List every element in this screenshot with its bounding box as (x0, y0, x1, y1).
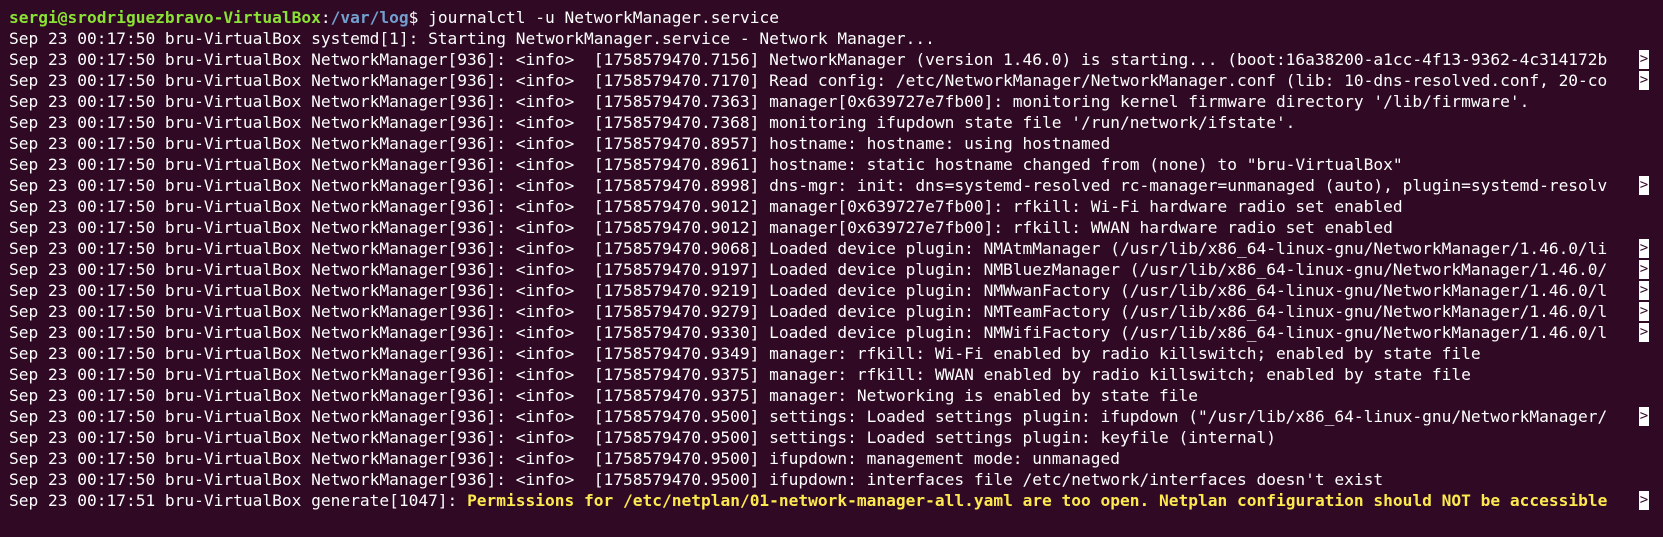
log-line: Sep 23 00:17:50 bru-VirtualBox NetworkMa… (9, 154, 1663, 175)
truncation-marker: > (1639, 302, 1649, 321)
log-line-text: Sep 23 00:17:50 bru-VirtualBox NetworkMa… (9, 155, 1403, 174)
log-line-text: Sep 23 00:17:50 bru-VirtualBox NetworkMa… (9, 365, 1471, 384)
prompt-separator: : (320, 8, 331, 27)
log-line-text: Sep 23 00:17:50 bru-VirtualBox NetworkMa… (9, 50, 1608, 69)
truncation-marker: > (1639, 176, 1649, 195)
prompt-symbol: $ (408, 8, 429, 27)
truncation-marker: > (1639, 71, 1649, 90)
log-line: Sep 23 00:17:50 bru-VirtualBox NetworkMa… (9, 343, 1663, 364)
log-line: Sep 23 00:17:50 bru-VirtualBox NetworkMa… (9, 70, 1663, 91)
log-line-text: Sep 23 00:17:50 bru-VirtualBox NetworkMa… (9, 260, 1608, 279)
log-line: Sep 23 00:17:50 bru-VirtualBox NetworkMa… (9, 91, 1663, 112)
log-line-text: Sep 23 00:17:50 bru-VirtualBox NetworkMa… (9, 323, 1608, 342)
truncation-marker: > (1639, 50, 1649, 69)
log-line: Sep 23 00:17:50 bru-VirtualBox NetworkMa… (9, 301, 1663, 322)
log-line: Sep 23 00:17:50 bru-VirtualBox NetworkMa… (9, 133, 1663, 154)
log-line: Sep 23 00:17:50 bru-VirtualBox systemd[1… (9, 28, 1663, 49)
log-line-text: Sep 23 00:17:50 bru-VirtualBox NetworkMa… (9, 407, 1608, 426)
truncation-marker: > (1639, 323, 1649, 342)
log-line-text: Sep 23 00:17:50 bru-VirtualBox NetworkMa… (9, 386, 1198, 405)
log-line: Sep 23 00:17:50 bru-VirtualBox NetworkMa… (9, 112, 1663, 133)
prompt-line: sergi@srodriguezbravo-VirtualBox:/var/lo… (9, 7, 1663, 28)
log-line-text: Sep 23 00:17:50 bru-VirtualBox NetworkMa… (9, 281, 1608, 300)
log-line-text: Sep 23 00:17:50 bru-VirtualBox NetworkMa… (9, 302, 1608, 321)
log-line-text: Sep 23 00:17:50 bru-VirtualBox NetworkMa… (9, 428, 1276, 447)
log-line: Sep 23 00:17:50 bru-VirtualBox NetworkMa… (9, 406, 1663, 427)
log-line: Sep 23 00:17:50 bru-VirtualBox NetworkMa… (9, 238, 1663, 259)
warning-message: Permissions for /etc/netplan/01-network-… (467, 491, 1608, 510)
log-line-text: Sep 23 00:17:50 bru-VirtualBox NetworkMa… (9, 92, 1530, 111)
log-line: Sep 23 00:17:50 bru-VirtualBox NetworkMa… (9, 364, 1663, 385)
log-output: Sep 23 00:17:50 bru-VirtualBox systemd[1… (9, 28, 1663, 490)
log-line-text: Sep 23 00:17:50 bru-VirtualBox NetworkMa… (9, 344, 1481, 363)
log-line: Sep 23 00:17:50 bru-VirtualBox NetworkMa… (9, 469, 1663, 490)
log-line-text: Sep 23 00:17:50 bru-VirtualBox NetworkMa… (9, 239, 1608, 258)
log-line-text: Sep 23 00:17:50 bru-VirtualBox NetworkMa… (9, 197, 1403, 216)
log-line-text: Sep 23 00:17:50 bru-VirtualBox NetworkMa… (9, 470, 1384, 489)
truncation-marker: > (1639, 407, 1649, 426)
truncation-marker: > (1639, 260, 1649, 279)
log-line: Sep 23 00:17:50 bru-VirtualBox NetworkMa… (9, 259, 1663, 280)
prompt-user-host: sergi@srodriguezbravo-VirtualBox (9, 8, 321, 27)
log-line: Sep 23 00:17:50 bru-VirtualBox NetworkMa… (9, 196, 1663, 217)
log-line: Sep 23 00:17:50 bru-VirtualBox NetworkMa… (9, 175, 1663, 196)
truncation-marker: > (1639, 281, 1649, 300)
log-line-warning: Sep 23 00:17:51 bru-VirtualBox generate[… (9, 490, 1663, 511)
terminal-window[interactable]: sergi@srodriguezbravo-VirtualBox:/var/lo… (0, 0, 1663, 537)
log-line: Sep 23 00:17:50 bru-VirtualBox NetworkMa… (9, 280, 1663, 301)
log-line-text: Sep 23 00:17:50 bru-VirtualBox NetworkMa… (9, 218, 1393, 237)
log-line-text: Sep 23 00:17:50 bru-VirtualBox systemd[1… (9, 29, 935, 48)
truncation-marker: > (1639, 491, 1649, 510)
prompt-command: journalctl -u NetworkManager.service (428, 8, 779, 27)
prompt-cwd: /var/log (330, 8, 409, 27)
log-line: Sep 23 00:17:50 bru-VirtualBox NetworkMa… (9, 427, 1663, 448)
log-line: Sep 23 00:17:50 bru-VirtualBox NetworkMa… (9, 217, 1663, 238)
warning-prefix: Sep 23 00:17:51 bru-VirtualBox generate[… (9, 491, 468, 510)
log-line-text: Sep 23 00:17:50 bru-VirtualBox NetworkMa… (9, 449, 1121, 468)
log-line: Sep 23 00:17:50 bru-VirtualBox NetworkMa… (9, 322, 1663, 343)
log-line-text: Sep 23 00:17:50 bru-VirtualBox NetworkMa… (9, 71, 1608, 90)
log-line: Sep 23 00:17:50 bru-VirtualBox NetworkMa… (9, 49, 1663, 70)
log-line-text: Sep 23 00:17:50 bru-VirtualBox NetworkMa… (9, 134, 1111, 153)
log-line-text: Sep 23 00:17:50 bru-VirtualBox NetworkMa… (9, 176, 1608, 195)
log-line-text: Sep 23 00:17:50 bru-VirtualBox NetworkMa… (9, 113, 1296, 132)
truncation-marker: > (1639, 239, 1649, 258)
log-line: Sep 23 00:17:50 bru-VirtualBox NetworkMa… (9, 448, 1663, 469)
log-line: Sep 23 00:17:50 bru-VirtualBox NetworkMa… (9, 385, 1663, 406)
